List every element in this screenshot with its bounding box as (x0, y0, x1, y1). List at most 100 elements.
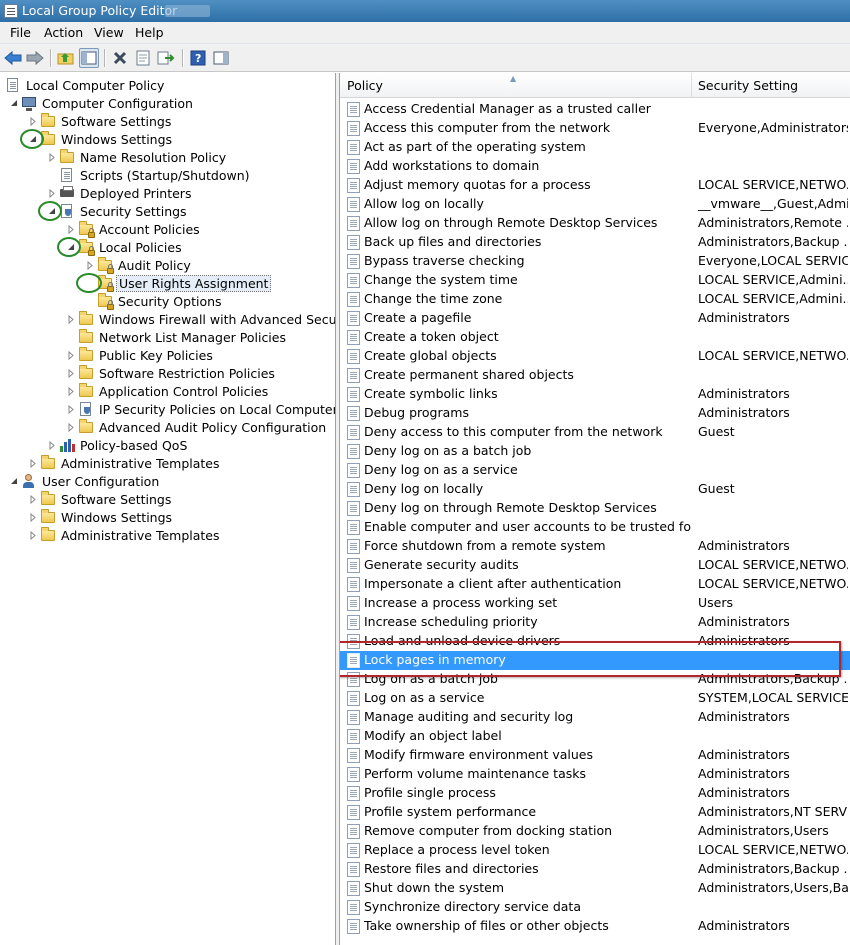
policy-row[interactable]: Manage auditing and security log Administ… (340, 708, 850, 727)
column-header-security-setting[interactable]: Security Setting (691, 73, 850, 98)
tree-item[interactable]: User Configuration (9, 472, 161, 490)
policy-row[interactable]: Create a pagefile Administrators (340, 309, 850, 328)
collapsed-arrow-icon[interactable] (28, 508, 38, 526)
policy-row[interactable]: Back up files and directories Administrat… (340, 233, 850, 252)
tree-item[interactable]: Windows Firewall with Advanced Security (66, 310, 335, 328)
collapsed-arrow-icon[interactable] (28, 112, 38, 130)
help-icon[interactable]: ? (188, 48, 208, 68)
policy-row[interactable]: Load and unload device drivers Administra… (340, 632, 850, 651)
policy-row[interactable]: Deny log on as a batch job (340, 442, 850, 461)
tree-item[interactable]: IP Security Policies on Local Computer (66, 400, 335, 418)
policy-row[interactable]: Modify an object label (340, 727, 850, 746)
policy-row[interactable]: Shut down the system Administrators,Users… (340, 879, 850, 898)
collapsed-arrow-icon[interactable] (47, 148, 57, 166)
show-hide-action-pane-icon[interactable] (211, 48, 231, 68)
tree-item[interactable]: Application Control Policies (66, 382, 270, 400)
policy-row[interactable]: Force shutdown from a remote system Admin… (340, 537, 850, 556)
policy-row[interactable]: Replace a process level token LOCAL SERVI… (340, 841, 850, 860)
forward-icon[interactable] (25, 48, 45, 68)
tree-item[interactable]: Advanced Audit Policy Configuration (66, 418, 328, 436)
tree-item[interactable]: Deployed Printers (47, 184, 193, 202)
policy-row[interactable]: Modify firmware environment values Admini… (340, 746, 850, 765)
menu-view[interactable]: View (94, 25, 124, 40)
policy-row[interactable]: Change the time zone LOCAL SERVICE,Admini… (340, 290, 850, 309)
policy-row[interactable]: Synchronize directory service data (340, 898, 850, 917)
policy-row[interactable]: Increase a process working set Users (340, 594, 850, 613)
policy-row[interactable]: Log on as a batch job Administrators,Back… (340, 670, 850, 689)
collapsed-arrow-icon[interactable] (66, 346, 76, 364)
policy-row[interactable]: Deny log on locally Guest (340, 480, 850, 499)
menu-action[interactable]: Action (44, 25, 83, 40)
collapsed-arrow-icon[interactable] (85, 256, 95, 274)
policy-row[interactable]: Bypass traverse checking Everyone,LOCAL S… (340, 252, 850, 271)
policy-row[interactable]: Create global objects LOCAL SERVICE,NETWO… (340, 347, 850, 366)
policy-row[interactable]: Add workstations to domain (340, 157, 850, 176)
expanded-arrow-icon[interactable] (9, 94, 19, 112)
policy-row[interactable]: Deny log on as a service (340, 461, 850, 480)
back-icon[interactable] (3, 48, 23, 68)
collapsed-arrow-icon[interactable] (28, 526, 38, 544)
properties-icon[interactable] (133, 48, 153, 68)
policy-row[interactable]: Create permanent shared objects (340, 366, 850, 385)
tree-item[interactable]: Windows Settings (28, 508, 174, 526)
expanded-arrow-icon[interactable] (9, 472, 19, 490)
collapsed-arrow-icon[interactable] (66, 310, 76, 328)
tree-item[interactable]: Windows Settings (28, 130, 174, 148)
policy-row[interactable]: Restore files and directories Administrat… (340, 860, 850, 879)
collapsed-arrow-icon[interactable] (66, 400, 76, 418)
up-folder-icon[interactable] (56, 48, 76, 68)
policy-row[interactable]: Profile single process Administrators (340, 784, 850, 803)
export-list-icon[interactable] (156, 48, 176, 68)
policy-row[interactable]: Act as part of the operating system (340, 138, 850, 157)
policy-row[interactable]: Enable computer and user accounts to be … (340, 518, 850, 537)
policy-row[interactable]: Create symbolic links Administrators (340, 385, 850, 404)
tree-item[interactable]: Local Computer Policy (5, 76, 166, 94)
tree-item[interactable]: User Rights Assignment (85, 274, 272, 292)
menu-file[interactable]: File (10, 25, 31, 40)
tree-item[interactable]: Software Restriction Policies (66, 364, 277, 382)
policy-row[interactable]: Access this computer from the network Eve… (340, 119, 850, 138)
collapsed-arrow-icon[interactable] (66, 364, 76, 382)
policy-row[interactable]: Remove computer from docking station Admi… (340, 822, 850, 841)
collapsed-arrow-icon[interactable] (28, 454, 38, 472)
policy-row[interactable]: Access Credential Manager as a trusted c… (340, 100, 850, 119)
policy-row[interactable]: Increase scheduling priority Administrato… (340, 613, 850, 632)
policy-row[interactable]: Adjust memory quotas for a process LOCAL … (340, 176, 850, 195)
tree-item[interactable]: Administrative Templates (28, 454, 222, 472)
collapsed-arrow-icon[interactable] (47, 184, 57, 202)
tree-item[interactable]: Public Key Policies (66, 346, 215, 364)
policy-row[interactable]: Impersonate a client after authenticatio… (340, 575, 850, 594)
delete-icon[interactable] (110, 48, 130, 68)
tree-item[interactable]: Local Policies (66, 238, 184, 256)
menu-help[interactable]: Help (135, 25, 164, 40)
policy-row[interactable]: Allow log on locally __vmware__,Guest,Adm… (340, 195, 850, 214)
tree-item[interactable]: Account Policies (66, 220, 202, 238)
collapsed-arrow-icon[interactable] (66, 418, 76, 436)
tree-item[interactable]: Software Settings (28, 490, 173, 508)
tree-item[interactable]: Name Resolution Policy (47, 148, 228, 166)
collapsed-arrow-icon[interactable] (66, 220, 76, 238)
policy-row[interactable]: Lock pages in memory (340, 651, 850, 670)
policy-row[interactable]: Create a token object (340, 328, 850, 347)
policy-row[interactable]: Deny log on through Remote Desktop Servi… (340, 499, 850, 518)
policy-row[interactable]: Change the system time LOCAL SERVICE,Admi… (340, 271, 850, 290)
tree-item[interactable]: Policy-based QoS (47, 436, 189, 454)
collapsed-arrow-icon[interactable] (28, 490, 38, 508)
policy-row[interactable]: Generate security audits LOCAL SERVICE,NE… (340, 556, 850, 575)
tree-item[interactable]: Security Options (85, 292, 224, 310)
policy-row[interactable]: Deny access to this computer from the ne… (340, 423, 850, 442)
tree-item[interactable]: Security Settings (47, 202, 189, 220)
policy-row[interactable]: Profile system performance Administrators… (340, 803, 850, 822)
tree-item[interactable]: Software Settings (28, 112, 173, 130)
policy-row[interactable]: Take ownership of files or other objects… (340, 917, 850, 936)
tree-item[interactable]: Network List Manager Policies (66, 328, 288, 346)
collapsed-arrow-icon[interactable] (66, 382, 76, 400)
policy-row[interactable]: Debug programs Administrators (340, 404, 850, 423)
collapsed-arrow-icon[interactable] (47, 436, 57, 454)
policy-row[interactable]: Perform volume maintenance tasks Administ… (340, 765, 850, 784)
show-hide-tree-icon[interactable] (79, 48, 99, 68)
tree-item[interactable]: Administrative Templates (28, 526, 222, 544)
policy-row[interactable]: Allow log on through Remote Desktop Serv… (340, 214, 850, 233)
tree-item[interactable]: Computer Configuration (9, 94, 195, 112)
tree-item[interactable]: Audit Policy (85, 256, 193, 274)
